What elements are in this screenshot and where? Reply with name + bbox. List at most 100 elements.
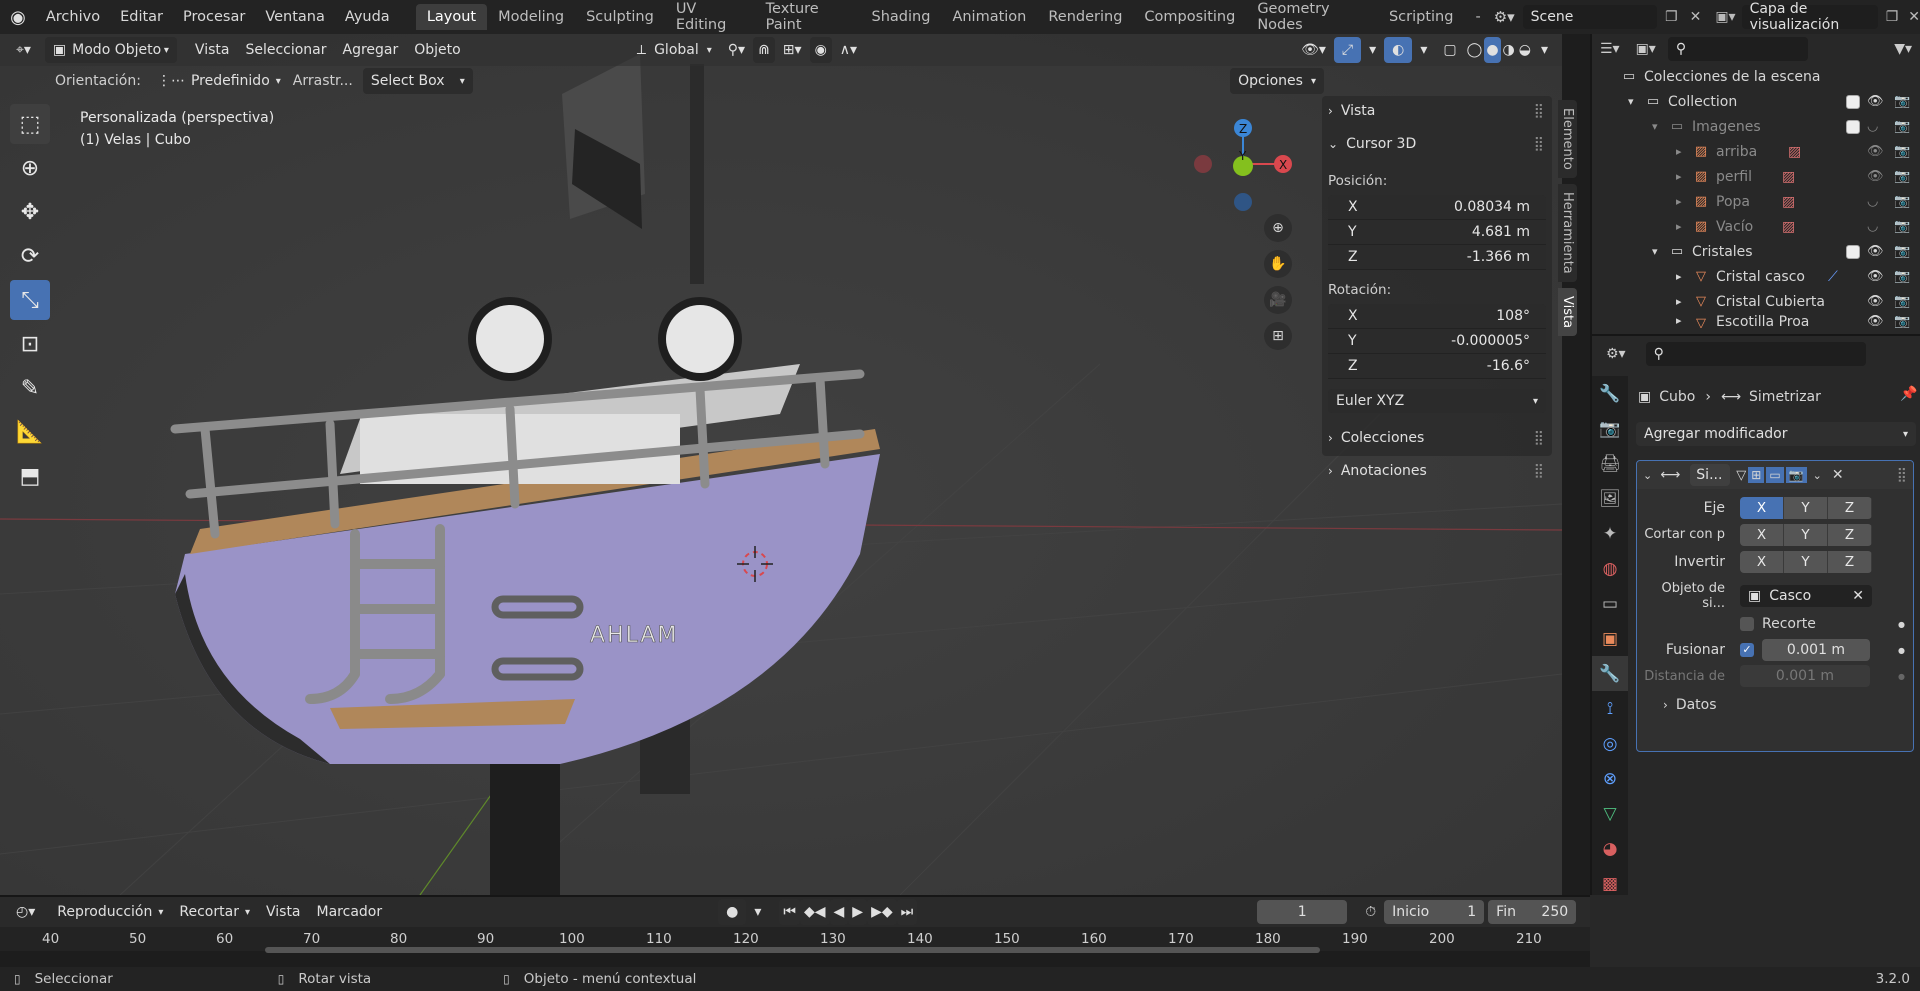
camera-view-icon[interactable]: 🎥 — [1264, 286, 1292, 314]
jump-start-icon[interactable]: ⏮ — [779, 899, 800, 925]
axis-x-toggle[interactable]: X — [1740, 497, 1784, 519]
bisect-z-toggle[interactable]: Z — [1828, 523, 1872, 546]
view-layer-field[interactable]: Capa de visualización — [1741, 1, 1878, 33]
current-frame-field[interactable]: 1 — [1257, 900, 1348, 924]
eye-closed-icon[interactable]: ◡ — [1867, 194, 1878, 209]
remove-modifier-icon[interactable]: ✕ — [1832, 467, 1844, 483]
snap-icon[interactable]: ⋒ — [753, 37, 775, 63]
rotate-tool-icon[interactable]: ⟳ — [10, 236, 50, 276]
cursor-tool-icon[interactable]: ⊕ — [10, 148, 50, 188]
eye-icon[interactable]: 👁 — [1867, 294, 1884, 309]
drag-handle-icon[interactable]: ⣿ — [1534, 463, 1544, 479]
material-tab-icon[interactable]: ◕ — [1592, 831, 1628, 866]
drag-dropdown[interactable]: Select Box ▾ — [362, 68, 473, 94]
clipping-checkbox[interactable] — [1740, 617, 1754, 631]
menu-marker[interactable]: Marcador — [309, 899, 391, 925]
collapse-arrow-icon[interactable]: ⌄ — [1643, 469, 1652, 482]
copy-view-layer-icon[interactable]: ❐ — [1886, 9, 1899, 25]
mode-selector[interactable]: ▣ Modo Objeto ▾ — [44, 37, 177, 63]
tab-shading[interactable]: Shading — [861, 4, 942, 30]
perspective-toggle-icon[interactable]: ⊞ — [1264, 322, 1292, 350]
bisect-x-toggle[interactable]: X — [1740, 523, 1784, 546]
scene-tab-icon[interactable]: ✦ — [1592, 516, 1628, 551]
data-subpanel-header[interactable]: › Datos — [1637, 689, 1913, 721]
menu-objeto[interactable]: Objeto — [406, 37, 468, 63]
timeline-scrollbar[interactable] — [265, 947, 1320, 953]
scene-selector-icon[interactable]: ⚙▾ — [1494, 8, 1515, 26]
pin-icon[interactable]: 📌 — [1900, 386, 1917, 402]
play-icon[interactable]: ▶ — [848, 899, 868, 925]
mirror-object-field[interactable]: ▣ Casco ✕ — [1740, 585, 1872, 607]
expand-arrow-icon[interactable]: ▾ — [1652, 120, 1668, 133]
xray-icon[interactable]: ▢ — [1435, 37, 1464, 63]
display-mode-icon[interactable]: ▣▾ — [1636, 41, 1656, 57]
menu-ventana[interactable]: Ventana — [255, 9, 335, 25]
outliner-root[interactable]: ▭ Colecciones de la escena — [1592, 64, 1920, 89]
add-cube-tool-icon[interactable]: ⬒ — [10, 456, 50, 496]
gizmo-dropdown-icon[interactable]: ▾ — [1361, 37, 1384, 63]
menu-ayuda[interactable]: Ayuda — [335, 9, 400, 25]
tool-tab-icon[interactable]: 🔧 — [1592, 376, 1628, 411]
select-box-icon[interactable]: ⬚ — [10, 104, 50, 144]
clear-icon[interactable]: ✕ — [1852, 588, 1864, 604]
rotation-y-field[interactable]: Y -0.000005° — [1328, 329, 1546, 354]
outliner-item-vacio[interactable]: ▸ ▨ Vacío ▨ ◡ 📷 — [1592, 214, 1920, 239]
prev-keyframe-icon[interactable]: ◆◀ — [799, 899, 830, 925]
expand-arrow-icon[interactable]: ▸ — [1676, 220, 1692, 233]
properties-search-field[interactable]: ⚲ — [1645, 342, 1866, 366]
render-tab-icon[interactable]: 📷 — [1592, 411, 1628, 446]
editor-type-icon[interactable]: ◴▾ — [8, 899, 43, 925]
transform-tool-icon[interactable]: ⊡ — [10, 324, 50, 364]
particles-tab-icon[interactable]: ⟟ — [1592, 691, 1628, 726]
menu-seleccionar[interactable]: Seleccionar — [237, 37, 334, 63]
record-icon[interactable]: ● — [718, 899, 747, 925]
jump-end-icon[interactable]: ⏭ — [896, 899, 918, 925]
output-tab-icon[interactable]: 🖨 — [1592, 446, 1628, 481]
proportional-edit-icon[interactable]: ◉ — [809, 37, 832, 63]
playback-menu[interactable]: Reproducción ▾ — [49, 899, 171, 925]
shading-options-icon[interactable]: ▾ — [1533, 37, 1556, 63]
camera-icon[interactable]: 📷 — [1894, 314, 1910, 328]
falloff-icon[interactable]: ∧▾ — [832, 37, 865, 63]
camera-icon[interactable]: 📷 — [1894, 144, 1910, 159]
axis-y-toggle[interactable]: Y — [1784, 497, 1828, 519]
menu-archivo[interactable]: Archivo — [36, 9, 110, 25]
end-frame-field[interactable]: Fin 250 — [1488, 900, 1577, 924]
data-tab-icon[interactable]: ▽ — [1592, 796, 1628, 831]
navigation-gizmo[interactable]: Z X Y — [1185, 104, 1305, 224]
copy-scene-icon[interactable]: ❐ — [1665, 9, 1678, 25]
expand-arrow-icon[interactable]: ▸ — [1676, 170, 1692, 183]
tab-animation[interactable]: Animation — [941, 4, 1037, 30]
tab-texture-paint[interactable]: Texture Paint — [755, 0, 861, 38]
play-reverse-icon[interactable]: ◀ — [829, 899, 849, 925]
measure-tool-icon[interactable]: 📐 — [10, 412, 50, 452]
menu-editar[interactable]: Editar — [110, 9, 173, 25]
gizmo-neg-z-icon[interactable] — [1234, 193, 1252, 211]
panel-vista-header[interactable]: › Vista ⣿ — [1322, 96, 1552, 126]
scale-tool-icon[interactable]: ⤡ — [10, 280, 50, 320]
overlays-icon[interactable]: ◐ — [1384, 37, 1413, 63]
editor-type-icon[interactable]: ⌖▾ — [8, 37, 39, 63]
solid-shading-icon[interactable]: ● — [1484, 37, 1501, 63]
collection-tab-icon[interactable]: ▭ — [1592, 586, 1628, 621]
render-icon[interactable]: 📷 — [1785, 467, 1807, 483]
keyframe-type-icon[interactable]: ▾ — [746, 899, 769, 925]
outliner-item-cristal-casco[interactable]: ▸ ▽ Cristal casco ⟋ 👁 📷 — [1592, 264, 1920, 289]
expand-arrow-icon[interactable]: ▸ — [1676, 195, 1692, 208]
tab-more[interactable]: - — [1464, 4, 1491, 30]
move-tool-icon[interactable]: ✥ — [10, 192, 50, 232]
snap-target-icon[interactable]: ⊞▾ — [775, 37, 810, 63]
overlays-dropdown-icon[interactable]: ▾ — [1412, 37, 1435, 63]
physics-tab-icon[interactable]: ◎ — [1592, 726, 1628, 761]
eye-icon[interactable]: 👁 — [1867, 314, 1884, 328]
camera-icon[interactable]: 📷 — [1894, 169, 1910, 184]
position-y-field[interactable]: Y 4.681 m — [1328, 220, 1546, 245]
edit-mode-icon[interactable]: ⊞ — [1748, 467, 1765, 483]
outliner-item-cristal-cubierta[interactable]: ▸ ▽ Cristal Cubierta 👁 📷 — [1592, 289, 1920, 314]
outliner-item-perfil[interactable]: ▸ ▨ perfil ▨ 👁 📷 — [1592, 164, 1920, 189]
gizmo-neg-x-icon[interactable] — [1194, 155, 1212, 173]
stopwatch-icon[interactable]: ⏱ — [1365, 904, 1376, 920]
filter-icon[interactable]: ▼▾ — [1894, 41, 1912, 57]
on-cage-icon[interactable]: ▽ — [1736, 468, 1746, 483]
tab-scripting[interactable]: Scripting — [1378, 4, 1464, 30]
